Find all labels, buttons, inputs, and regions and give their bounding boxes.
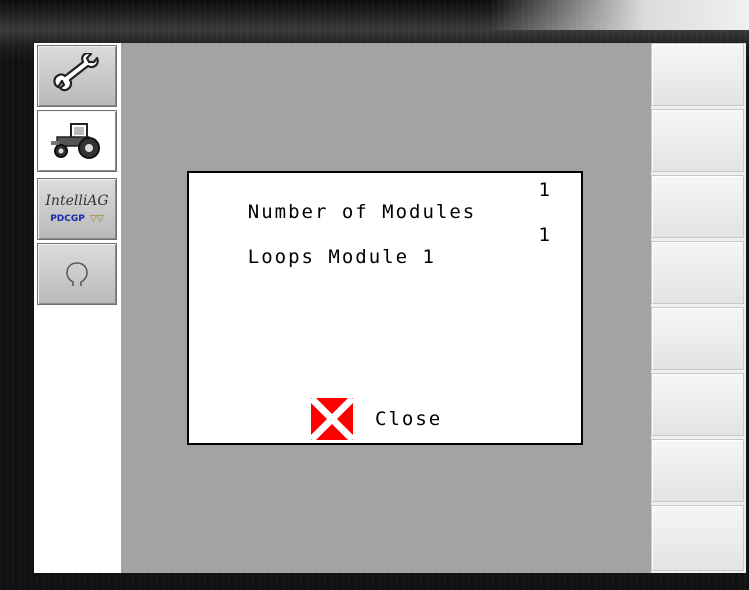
soft-key-1[interactable] bbox=[651, 43, 744, 106]
soft-key-7[interactable] bbox=[651, 439, 744, 502]
menu-item-settings[interactable] bbox=[37, 45, 117, 107]
intelliag-logo-text: IntelliAG bbox=[45, 193, 109, 209]
sprayer-nozzle-icon bbox=[66, 262, 88, 286]
module-info-dialog: Number of Modules 1 Loops Module 1 1 Clo… bbox=[187, 171, 583, 445]
menu-item-tractor[interactable] bbox=[37, 110, 117, 172]
intelliag-logo-mark: ▽▽ bbox=[89, 214, 104, 224]
menu-item-nozzle[interactable] bbox=[37, 243, 117, 305]
bezel-highlight bbox=[489, 0, 749, 30]
close-label: Close bbox=[375, 408, 443, 430]
tractor-icon bbox=[51, 123, 100, 159]
loops-module-row: Loops Module 1 1 bbox=[194, 224, 574, 312]
soft-key-8[interactable] bbox=[651, 505, 744, 571]
modules-count-label: Number of Modules bbox=[247, 201, 477, 223]
modules-count-value: 1 bbox=[538, 179, 552, 201]
loops-module-label: Loops Module 1 bbox=[247, 246, 436, 268]
soft-key-4[interactable] bbox=[651, 241, 744, 304]
close-button[interactable]: Close bbox=[309, 396, 443, 442]
loops-module-value: 1 bbox=[538, 224, 552, 246]
soft-key-2[interactable] bbox=[651, 109, 744, 172]
menu-item-intelliag[interactable]: IntelliAG PDCGP ▽▽ bbox=[37, 178, 117, 240]
close-icon bbox=[309, 396, 355, 442]
soft-key-6[interactable] bbox=[651, 373, 744, 436]
wrench-icon bbox=[53, 53, 99, 92]
soft-key-5[interactable] bbox=[651, 307, 744, 370]
soft-key-3[interactable] bbox=[651, 175, 744, 238]
intelliag-logo: IntelliAG PDCGP ▽▽ bbox=[45, 194, 108, 224]
intelliag-logo-sub: PDCGP bbox=[50, 214, 85, 224]
